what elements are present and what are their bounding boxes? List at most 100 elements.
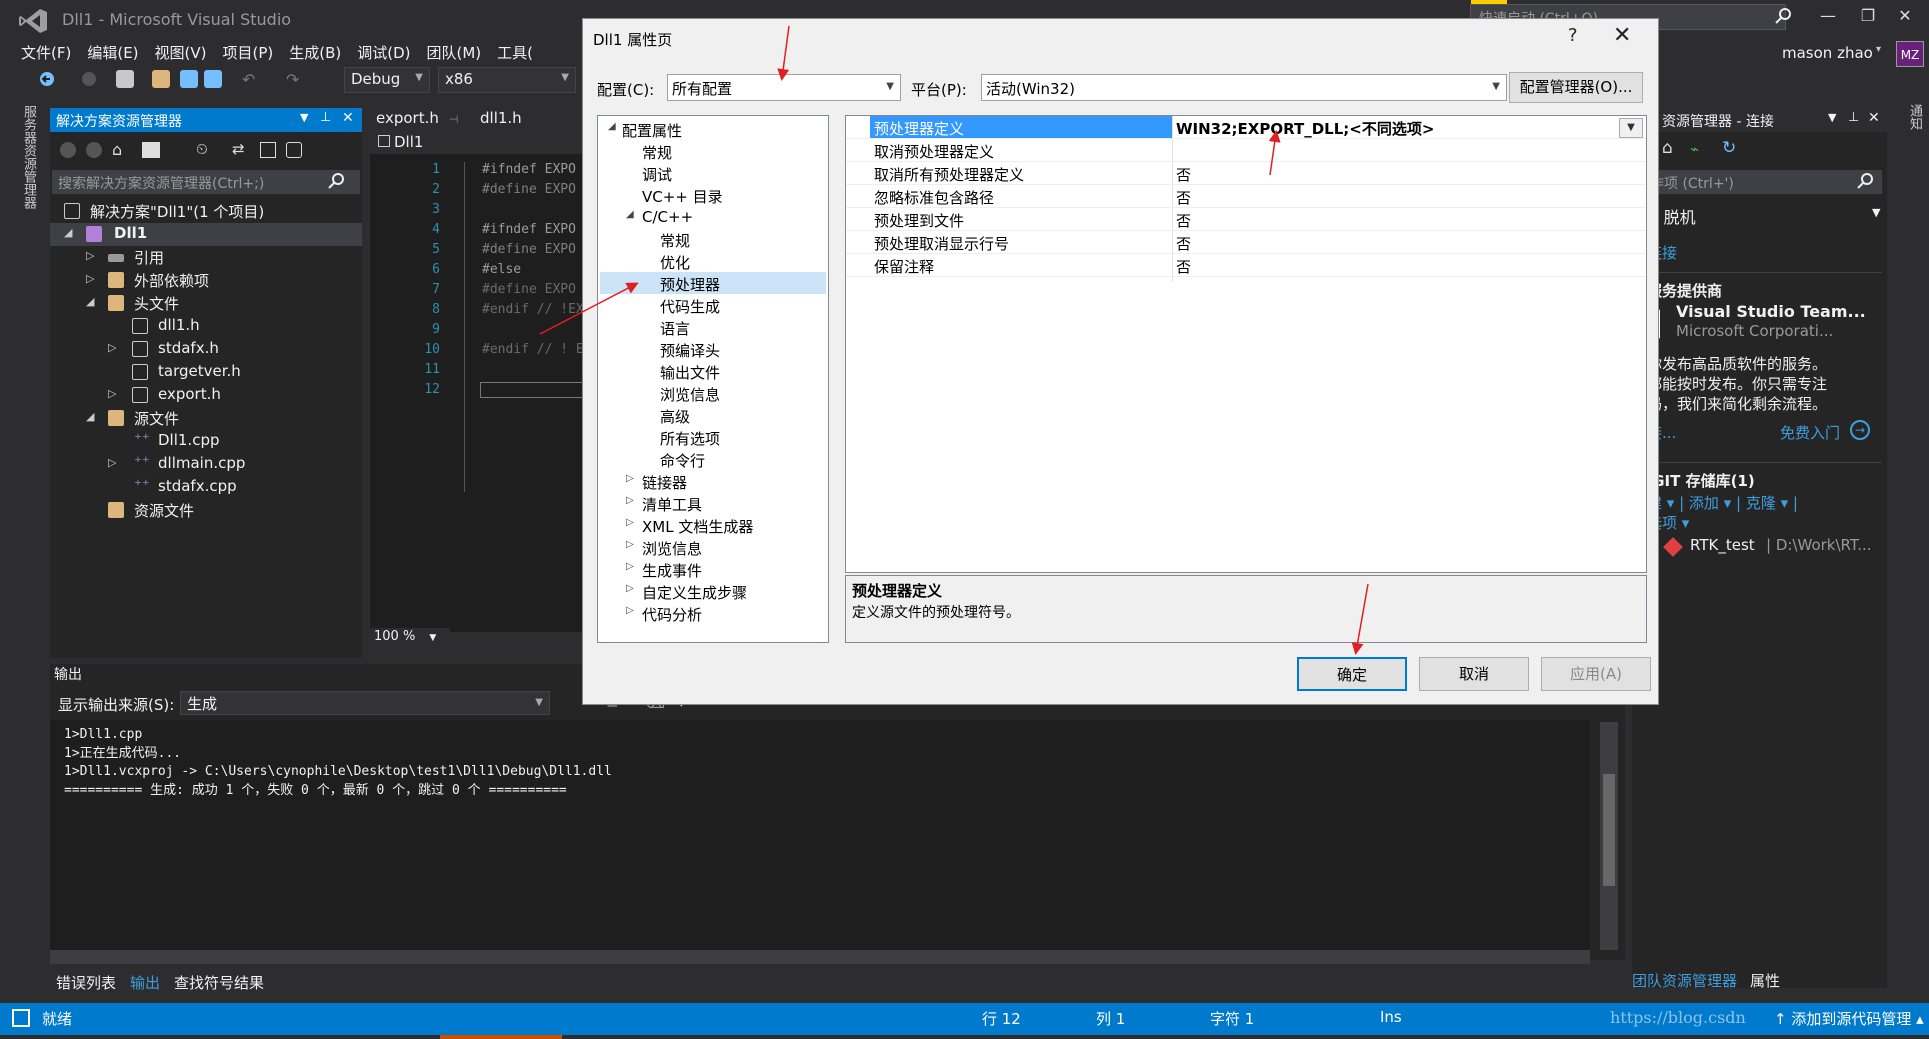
minimize-button[interactable]: — — [1808, 6, 1848, 30]
tab-properties[interactable]: 属性 — [1750, 970, 1780, 991]
restore-button[interactable]: ❐ — [1848, 6, 1888, 30]
menu-tools[interactable]: 工具( — [490, 40, 542, 64]
pin-icon[interactable]: ⊥ — [320, 110, 331, 125]
tree-config-properties[interactable]: ◢ 配置属性 — [600, 118, 826, 140]
tree-code-generation[interactable]: 代码生成 — [600, 294, 826, 316]
help-button[interactable]: ? — [1568, 25, 1578, 46]
collapsed-icon[interactable]: ▷ — [108, 387, 116, 400]
collapse-all-icon[interactable] — [260, 142, 276, 158]
tree-manifest-tool[interactable]: ▷ 清单工具 — [600, 492, 826, 514]
tree-preprocessor[interactable]: 预处理器 — [600, 272, 826, 294]
tree-file-stdafx-cpp[interactable]: ⁺⁺ stdafx.cpp — [50, 476, 362, 499]
close-icon[interactable]: ✕ — [342, 110, 354, 126]
tree-file-targetver-h[interactable]: targetver.h — [50, 361, 362, 384]
tree-browse-info[interactable]: 浏览信息 — [600, 382, 826, 404]
tree-project-dll1[interactable]: ◢ Dll1 — [50, 223, 362, 246]
tree-command-line[interactable]: 命令行 — [600, 448, 826, 470]
tree-precompiled-headers[interactable]: 预编译头 — [600, 338, 826, 360]
expanded-icon[interactable]: ◢ — [86, 410, 94, 423]
tree-file-dll1-h[interactable]: dll1.h — [50, 315, 362, 338]
tree-file-stdafx-h[interactable]: ▷ stdafx.h — [50, 338, 362, 361]
tree-file-export-h[interactable]: ▷ export.h — [50, 384, 362, 407]
team-explorer-header[interactable]: 资源管理器 - 连接 ▼ ⊥ ✕ — [1632, 108, 1887, 132]
solution-search-input[interactable]: 搜索解决方案资源管理器(Ctrl+;) — [52, 170, 360, 194]
prop-row-undefine-definitions[interactable]: 取消预处理器定义 — [846, 139, 1646, 162]
forward-icon[interactable] — [80, 70, 98, 88]
value-dropdown-button[interactable]: ▼ — [1619, 118, 1643, 138]
user-name[interactable]: mason zhao — [1782, 44, 1873, 62]
pin-icon[interactable]: ⊥ — [1848, 110, 1859, 125]
open-file-icon[interactable] — [152, 70, 170, 88]
sync-icon[interactable]: ⇄ — [232, 140, 245, 158]
tree-custom-build-step[interactable]: ▷ 自定义生成步骤 — [600, 580, 826, 602]
pending-changes-icon[interactable]: ⏲ — [196, 140, 208, 158]
tree-browse-information[interactable]: ▷ 浏览信息 — [600, 536, 826, 558]
search-icon[interactable] — [1775, 7, 1793, 25]
collapsed-icon[interactable]: ▷ — [108, 456, 116, 469]
close-window-button[interactable]: ✕ — [1885, 6, 1925, 30]
team-search-input[interactable]: 工作项 (Ctrl+') — [1632, 170, 1882, 194]
tree-file-dllmain-cpp[interactable]: ▷ ⁺⁺ dllmain.cpp — [50, 453, 362, 476]
zoom-select[interactable]: 100 % ▼ — [370, 628, 450, 648]
preprocessor-definitions-input[interactable]: WIN32;EXPORT_DLL;<不同选项> — [1176, 118, 1434, 139]
output-horizontal-scrollbar[interactable] — [50, 950, 1590, 964]
back-icon[interactable] — [60, 142, 76, 158]
tree-c-cpp[interactable]: ◢ C/C++ — [600, 206, 826, 228]
user-dropdown-icon[interactable]: ▾ — [1876, 44, 1881, 55]
expanded-icon[interactable]: ◢ — [64, 226, 72, 239]
code-editor[interactable]: Dll1 1 #ifndef EXPO 2 #define EXPO 3 4 #ifn… — [370, 132, 585, 648]
solution-platform-select[interactable]: x86 ▼ — [438, 67, 576, 93]
collapsed-icon[interactable]: ▷ — [108, 341, 116, 354]
tree-references[interactable]: ▷ 引用 — [50, 246, 362, 269]
tree-source-files[interactable]: ◢ 源文件 — [50, 407, 362, 430]
menu-build[interactable]: 生成(B) — [282, 40, 350, 64]
scroll-thumb[interactable] — [1603, 774, 1615, 886]
switch-views-icon[interactable] — [142, 142, 160, 158]
tree-header-files[interactable]: ◢ 头文件 — [50, 292, 362, 315]
avatar[interactable]: MZ — [1896, 41, 1924, 67]
panel-menu-icon[interactable]: ▼ — [1828, 111, 1836, 124]
tree-all-options[interactable]: 所有选项 — [600, 426, 826, 448]
tree-file-dll1-cpp[interactable]: ⁺⁺ Dll1.cpp — [50, 430, 362, 453]
save-all-icon[interactable] — [204, 70, 222, 88]
notifications-tab[interactable]: 通知 — [1905, 104, 1924, 130]
prop-row-preprocessor-definitions[interactable]: 预处理器定义 WIN32;EXPORT_DLL;<不同选项> — [846, 116, 1646, 139]
tab-dll1-h[interactable]: dll1.h — [474, 106, 564, 132]
refresh-icon[interactable]: ↻ — [1722, 138, 1736, 158]
tab-find-symbol-results[interactable]: 查找符号结果 — [168, 970, 270, 995]
prop-row-ignore-std-include[interactable]: 忽略标准包含路径否 — [846, 185, 1646, 208]
tab-team-explorer[interactable]: 团队资源管理器 — [1632, 970, 1737, 991]
tree-resource-files[interactable]: 资源文件 — [50, 499, 362, 522]
redo-icon[interactable]: ↷ — [286, 70, 304, 89]
repo-name[interactable]: RTK_test — [1690, 536, 1755, 554]
home-icon[interactable]: ⌂ — [112, 140, 122, 159]
arrow-right-icon[interactable]: → — [1850, 420, 1870, 440]
connect-plug-icon[interactable]: ⌁ — [1690, 140, 1699, 158]
dialog-close-button[interactable]: ✕ — [1613, 23, 1631, 48]
solution-config-select[interactable]: Debug ▼ — [344, 67, 430, 93]
pin-icon[interactable]: ⊣ — [449, 113, 459, 126]
menu-file[interactable]: 文件(F) — [14, 40, 80, 64]
editor-navigation-bar[interactable]: Dll1 — [370, 132, 585, 154]
menu-edit[interactable]: 编辑(E) — [80, 40, 147, 64]
home-icon[interactable]: ⌂ — [1662, 138, 1673, 158]
tree-xml-doc-generator[interactable]: ▷ XML 文档生成器 — [600, 514, 826, 536]
tree-external-deps[interactable]: ▷ 外部依赖项 — [50, 269, 362, 292]
tree-output-files[interactable]: 输出文件 — [600, 360, 826, 382]
tab-export-h[interactable]: export.h ⊣ — [370, 106, 468, 132]
tab-output[interactable]: 输出 — [124, 970, 167, 995]
git-add-link[interactable]: 添加 — [1689, 494, 1719, 512]
config-manager-button[interactable]: 配置管理器(O)... — [1509, 72, 1643, 103]
free-start-link[interactable]: 免费入门 — [1780, 422, 1840, 443]
menu-team[interactable]: 团队(M) — [420, 40, 491, 64]
tree-solution[interactable]: 解决方案"Dll1"(1 个项目) — [50, 200, 362, 223]
tree-advanced[interactable]: 高级 — [600, 404, 826, 426]
config-select[interactable]: 所有配置 ▼ — [667, 74, 901, 101]
platform-select[interactable]: 活动(Win32) ▼ — [981, 74, 1507, 101]
collapsed-icon[interactable]: ▷ — [86, 272, 94, 285]
ok-button[interactable]: 确定 — [1297, 657, 1407, 691]
menu-project[interactable]: 项目(P) — [216, 40, 283, 64]
prop-row-undefine-all[interactable]: 取消所有预处理器定义否 — [846, 162, 1646, 185]
new-project-icon[interactable] — [116, 70, 134, 88]
add-to-source-control-button[interactable]: ↑ 添加到源代码管理 ▴ — [1774, 1008, 1924, 1029]
